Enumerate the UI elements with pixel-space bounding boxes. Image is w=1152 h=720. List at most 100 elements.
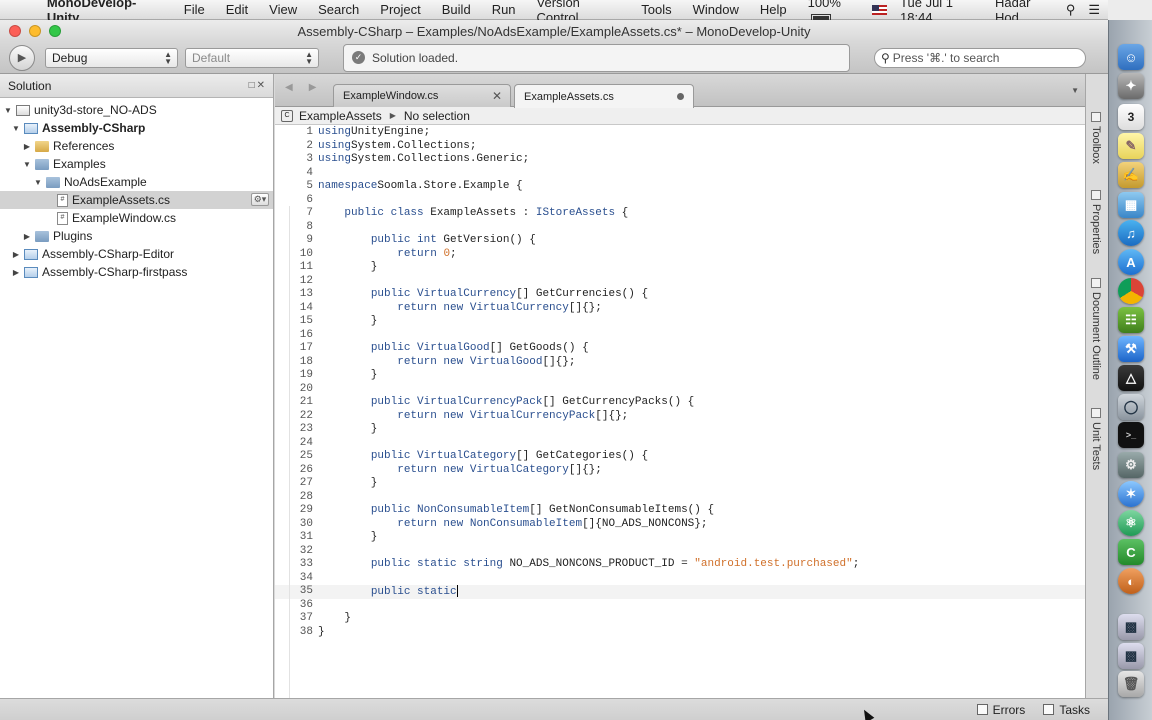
breadcrumb-class[interactable]: ExampleAssets: [299, 109, 382, 123]
disclosure-right-icon[interactable]: ▶: [22, 142, 32, 151]
code-line[interactable]: 20: [275, 383, 1085, 397]
tab-example-assets[interactable]: ExampleAssets.cs: [514, 84, 694, 108]
unity-icon[interactable]: △: [1118, 365, 1144, 391]
menu-run[interactable]: Run: [492, 2, 516, 17]
menu-search[interactable]: Search: [318, 2, 359, 17]
code-line[interactable]: 1 usingUnityEngine;: [275, 126, 1085, 140]
calendar-icon[interactable]: 3: [1118, 104, 1144, 130]
trash-icon[interactable]: 🗑: [1118, 671, 1144, 697]
finder-icon[interactable]: ☺: [1118, 44, 1144, 70]
code-line[interactable]: 12: [275, 275, 1085, 289]
code-line[interactable]: 27 }: [275, 477, 1085, 491]
disclosure-right-icon[interactable]: ▶: [11, 250, 21, 259]
disclosure-down-icon[interactable]: ▼: [33, 178, 43, 187]
camtasia-icon[interactable]: C: [1118, 539, 1144, 565]
unsaved-dot-icon[interactable]: [677, 93, 684, 100]
disclosure-right-icon[interactable]: ▶: [11, 268, 21, 277]
code-line[interactable]: 4: [275, 167, 1085, 181]
tree-item-folder[interactable]: ▼ Examples: [0, 155, 273, 173]
disclosure-down-icon[interactable]: ▼: [22, 160, 32, 169]
menu-view[interactable]: View: [269, 2, 297, 17]
code-line[interactable]: 3 usingSystem.Collections.Generic;: [275, 153, 1085, 167]
code-line[interactable]: 24: [275, 437, 1085, 451]
zoom-window-button[interactable]: [49, 25, 61, 37]
disclosure-right-icon[interactable]: ▶: [22, 232, 32, 241]
code-line[interactable]: 15 }: [275, 315, 1085, 329]
code-line[interactable]: 2 usingSystem.Collections;: [275, 140, 1085, 154]
code-line[interactable]: 25 public VirtualCategory[] GetCategorie…: [275, 450, 1085, 464]
menu-build[interactable]: Build: [442, 2, 471, 17]
code-line[interactable]: 26 return new VirtualCategory[]{};: [275, 464, 1085, 478]
disclosure-down-icon[interactable]: ▼: [11, 124, 21, 133]
search-input[interactable]: ⚲ Press '⌘.' to search: [874, 47, 1086, 68]
code-line[interactable]: 36: [275, 599, 1085, 613]
tree-item-file-selected[interactable]: # ExampleAssets.cs ⚙▾: [0, 191, 273, 209]
system-preferences-icon[interactable]: ⚙: [1118, 452, 1144, 478]
tree-item-references[interactable]: ▶ References: [0, 137, 273, 155]
menu-tools[interactable]: Tools: [641, 2, 671, 17]
menu-project[interactable]: Project: [380, 2, 420, 17]
code-line[interactable]: 32: [275, 545, 1085, 559]
window-titlebar[interactable]: Assembly-CSharp – Examples/NoAdsExample/…: [0, 20, 1108, 42]
close-icon[interactable]: ✕: [492, 89, 502, 103]
code-line[interactable]: 5 namespaceSoomla.Store.Example {: [275, 180, 1085, 194]
tree-item-project[interactable]: ▶ Assembly-CSharp-Editor: [0, 245, 273, 263]
notes-icon[interactable]: ✎: [1118, 133, 1144, 159]
code-line[interactable]: 30 return new NonConsumableItem[]{NO_ADS…: [275, 518, 1085, 532]
code-line[interactable]: 28: [275, 491, 1085, 505]
close-pad-icon[interactable]: ✕: [257, 80, 267, 91]
minimize-window-button[interactable]: [29, 25, 41, 37]
code-line[interactable]: 37 }: [275, 612, 1085, 626]
chrome-icon[interactable]: [1118, 278, 1144, 304]
safari-icon[interactable]: ✶: [1118, 481, 1144, 507]
tree-item-project[interactable]: ▶ Assembly-CSharp-firstpass: [0, 263, 273, 281]
run-button[interactable]: ▶: [9, 44, 35, 71]
tree-item-project[interactable]: ▼ Assembly-CSharp: [0, 119, 273, 137]
code-line[interactable]: 35 public static: [275, 585, 1085, 599]
close-window-button[interactable]: [9, 25, 21, 37]
code-line[interactable]: 14 return new VirtualCurrency[]{};: [275, 302, 1085, 316]
disclosure-down-icon[interactable]: ▼: [3, 106, 13, 115]
code-line[interactable]: 38}: [275, 626, 1085, 640]
code-line[interactable]: 33 public static string NO_ADS_NONCONS_P…: [275, 558, 1085, 572]
menu-file[interactable]: File: [184, 2, 205, 17]
minimize-pad-icon[interactable]: □: [249, 80, 257, 91]
code-line[interactable]: 13 public VirtualCurrency[] GetCurrencie…: [275, 288, 1085, 302]
pad-tab-unit-tests[interactable]: Unit Tests: [1090, 408, 1102, 470]
code-line[interactable]: 10 return 0;: [275, 248, 1085, 262]
menu-window[interactable]: Window: [693, 2, 739, 17]
code-line[interactable]: 11 }: [275, 261, 1085, 275]
tab-list-dropdown-icon[interactable]: ▼: [1071, 86, 1079, 95]
tasks-button[interactable]: Tasks: [1043, 703, 1090, 717]
code-line[interactable]: 29 public NonConsumableItem[] GetNonCons…: [275, 504, 1085, 518]
code-line[interactable]: 17 public VirtualGood[] GetGoods() {: [275, 342, 1085, 356]
code-line[interactable]: 9 public int GetVersion() {: [275, 234, 1085, 248]
spotlight-icon[interactable]: ⚲: [1066, 2, 1076, 18]
tree-item-solution[interactable]: ▼ unity3d-store_NO-ADS: [0, 101, 273, 119]
minimized-window-icon[interactable]: ▩: [1118, 614, 1144, 640]
textedit-icon[interactable]: ✍: [1118, 162, 1144, 188]
notification-center-icon[interactable]: ☰: [1088, 2, 1100, 18]
pad-tab-document-outline[interactable]: Document Outline: [1090, 278, 1102, 380]
atom-icon[interactable]: ⚛: [1118, 510, 1144, 536]
terminal-icon[interactable]: >_: [1118, 422, 1144, 448]
code-editor[interactable]: 1 usingUnityEngine; 2 usingSystem.Collectio…: [275, 126, 1085, 708]
preview-icon[interactable]: ▦: [1118, 192, 1144, 218]
tree-item-folder[interactable]: ▼ NoAdsExample: [0, 173, 273, 191]
configuration-select[interactable]: Debug ▲ ▼: [45, 47, 178, 68]
itunes-icon[interactable]: ♫: [1118, 220, 1144, 246]
code-line[interactable]: 18 return new VirtualGood[]{};: [275, 356, 1085, 370]
code-line[interactable]: 6: [275, 194, 1085, 208]
menu-edit[interactable]: Edit: [226, 2, 248, 17]
tab-example-window[interactable]: ExampleWindow.cs ✕: [333, 84, 511, 107]
tree-item-file[interactable]: # ExampleWindow.cs: [0, 209, 273, 227]
minimized-window-icon[interactable]: ▩: [1118, 643, 1144, 669]
pad-tab-properties[interactable]: Properties: [1090, 190, 1102, 254]
launchpad-icon[interactable]: ✦: [1118, 73, 1144, 99]
tree-item-folder[interactable]: ▶ Plugins: [0, 227, 273, 245]
tab-navigation-arrows[interactable]: ◀▶: [285, 82, 332, 93]
platform-select[interactable]: Default ▲ ▼: [185, 47, 319, 68]
code-line[interactable]: 8: [275, 221, 1085, 235]
monodevelop-icon[interactable]: ◐: [1118, 568, 1144, 594]
android-icon[interactable]: ☷: [1118, 307, 1144, 333]
